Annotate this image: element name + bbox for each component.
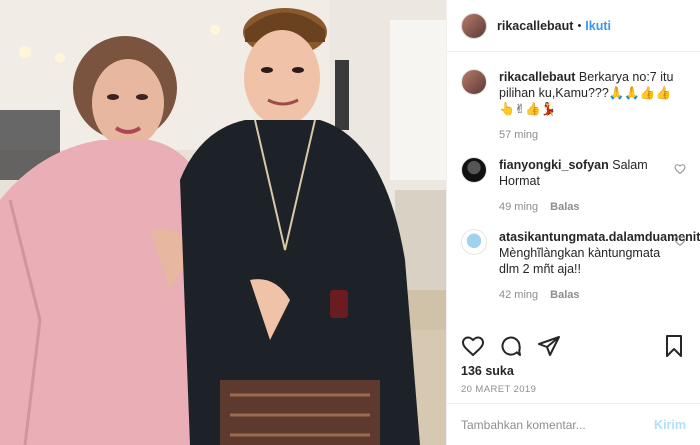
post-comment-button[interactable]: Kirim [654,418,686,432]
list-item: fianyongki_sofyan Salam Hormat 49 ming B… [461,157,686,215]
post-date[interactable]: 20 MARET 2019 [461,384,536,395]
comment-text: Mènghĩlàngkan kàntungmata dlm 2 mñt aja!… [499,246,661,276]
follow-button[interactable]: Ikuti [585,19,611,33]
header-separator: • [577,19,582,32]
post-photo[interactable] [0,0,446,445]
comment-avatar[interactable] [461,157,487,183]
reply-button[interactable]: Balas [550,199,579,215]
comment-time[interactable]: 49 ming [499,199,538,215]
caption-avatar[interactable] [461,69,487,95]
heart-icon[interactable] [674,235,686,247]
comment-input[interactable] [461,417,655,432]
caption-username[interactable]: rikacallebaut [499,70,575,84]
list-item: atasikantungmata.dalamduamenit Mènghĩlàn… [461,229,700,303]
caption: rikacallebaut Berkarya no:7 itu pilihan … [461,69,686,143]
comment-avatar[interactable] [461,229,487,255]
post-side-panel: rikacallebaut • Ikuti rikacallebaut Berk… [446,0,700,445]
share-icon[interactable] [537,334,561,358]
comment-username[interactable]: fianyongki_sofyan [499,158,609,172]
avatar[interactable] [461,12,487,39]
action-bar [461,334,686,358]
bookmark-icon[interactable] [662,334,686,358]
post-photo-illustration [0,0,446,445]
post-header: rikacallebaut • Ikuti [447,0,700,52]
comments-list[interactable]: rikacallebaut Berkarya no:7 itu pilihan … [447,53,700,323]
comment-username[interactable]: atasikantungmata.dalamduamenit [499,230,700,244]
comment-icon[interactable] [499,334,523,358]
add-comment-bar: Kirim [447,403,700,445]
reply-button[interactable]: Balas [550,287,579,303]
likes-count[interactable]: 136 suka [461,364,514,378]
heart-icon[interactable] [461,334,485,358]
caption-time[interactable]: 57 ming [499,127,538,143]
heart-icon[interactable] [674,163,686,175]
header-username[interactable]: rikacallebaut [497,19,573,33]
comment-time[interactable]: 42 ming [499,287,538,303]
